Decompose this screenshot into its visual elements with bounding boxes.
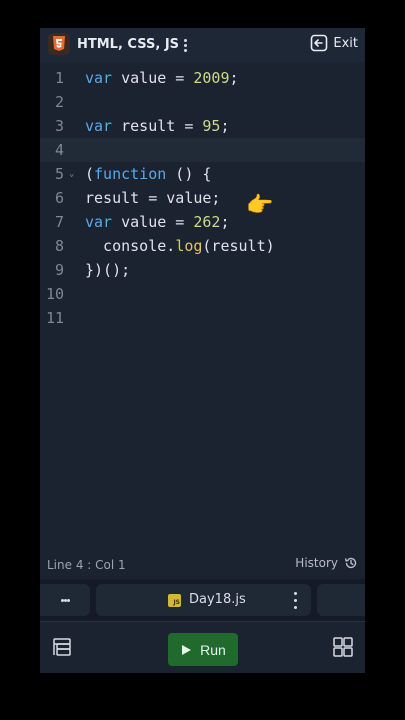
line-number: 4 bbox=[54, 141, 64, 159]
grid-icon[interactable] bbox=[332, 636, 354, 658]
line-number: 2 bbox=[54, 93, 64, 111]
code-token: (result) bbox=[202, 237, 275, 255]
code-token: 2009 bbox=[193, 69, 230, 87]
cursor-position: Line 4 : Col 1 bbox=[47, 558, 126, 572]
status-bar: Line 4 : Col 1 History bbox=[40, 551, 365, 577]
code-token: result = value; bbox=[85, 189, 221, 207]
project-title[interactable]: HTML, CSS, JS bbox=[77, 37, 179, 52]
code-line[interactable]: 1 var value = 2009; bbox=[40, 66, 365, 90]
html5-icon[interactable] bbox=[48, 33, 70, 55]
line-number: 6 bbox=[54, 189, 64, 207]
code-line[interactable]: 2 bbox=[40, 90, 365, 114]
file-tab-label: Day18.js bbox=[189, 592, 246, 607]
more-vertical-icon[interactable] bbox=[180, 35, 190, 55]
code-token: 95 bbox=[202, 117, 221, 135]
code-line[interactable]: 6 result = value; bbox=[40, 186, 365, 210]
line-number: 9 bbox=[54, 261, 64, 279]
code-token: () { bbox=[166, 165, 212, 183]
run-button[interactable]: Run bbox=[168, 633, 238, 666]
history-button[interactable]: History bbox=[295, 556, 358, 570]
line-number: 1 bbox=[54, 69, 64, 87]
code-line[interactable]: 7 var value = 262; bbox=[40, 210, 365, 234]
code-token: })(); bbox=[85, 261, 131, 279]
code-token: ; bbox=[220, 117, 230, 135]
code-line[interactable]: 5 ⌄ (function () { bbox=[40, 162, 365, 186]
code-line[interactable]: 9 })(); bbox=[40, 258, 365, 282]
code-area[interactable]: 1 var value = 2009; 2 3 var result = 95;… bbox=[40, 62, 365, 548]
file-tab-bar: JS Day18.js bbox=[40, 579, 365, 621]
code-token: result = bbox=[112, 117, 203, 135]
history-icon bbox=[344, 557, 357, 569]
js-file-icon: JS bbox=[168, 594, 181, 607]
code-token: 262 bbox=[193, 213, 221, 231]
line-number: 7 bbox=[54, 213, 64, 231]
code-token: console. bbox=[85, 237, 176, 255]
next-file-tab[interactable] bbox=[317, 584, 365, 616]
bottom-toolbar: Run bbox=[40, 621, 365, 673]
exit-button[interactable]: Exit bbox=[310, 34, 358, 52]
line-number: 8 bbox=[54, 237, 64, 255]
code-token: value = bbox=[112, 69, 194, 87]
code-token: log bbox=[175, 237, 203, 255]
code-token: ; bbox=[229, 69, 239, 87]
file-tab-day18[interactable]: JS Day18.js bbox=[96, 584, 311, 616]
pointing-hand-emoji: 👉 bbox=[246, 193, 274, 218]
code-token: ; bbox=[220, 213, 230, 231]
code-line[interactable]: 11 bbox=[40, 306, 365, 330]
code-line[interactable]: 8 console.log(result) bbox=[40, 234, 365, 258]
panel-icon[interactable] bbox=[51, 636, 73, 658]
exit-icon bbox=[311, 34, 328, 52]
code-token: value = bbox=[112, 213, 194, 231]
active-code-line[interactable]: 4 bbox=[40, 138, 365, 162]
play-icon bbox=[182, 644, 192, 655]
line-number: 5 bbox=[54, 165, 64, 183]
line-number: 3 bbox=[54, 117, 64, 135]
history-label: History bbox=[295, 556, 338, 570]
more-vertical-icon[interactable] bbox=[40, 584, 90, 616]
line-number: 11 bbox=[45, 309, 64, 327]
code-token: ( bbox=[85, 165, 95, 183]
more-vertical-icon[interactable] bbox=[290, 590, 300, 610]
code-line[interactable]: 10 bbox=[40, 282, 365, 306]
code-line[interactable]: 3 var result = 95; bbox=[40, 114, 365, 138]
fold-chevron-icon[interactable]: ⌄ bbox=[69, 169, 74, 179]
code-token: var bbox=[85, 213, 113, 231]
run-label: Run bbox=[200, 641, 226, 658]
code-token: function bbox=[94, 165, 167, 183]
app-header: HTML, CSS, JS Exit bbox=[40, 28, 365, 62]
line-number: 10 bbox=[45, 285, 64, 303]
code-editor-app: HTML, CSS, JS Exit 1 var value = 2009; 2… bbox=[40, 28, 365, 673]
code-token: var bbox=[85, 69, 113, 87]
exit-label: Exit bbox=[333, 35, 358, 51]
code-token: var bbox=[85, 117, 113, 135]
